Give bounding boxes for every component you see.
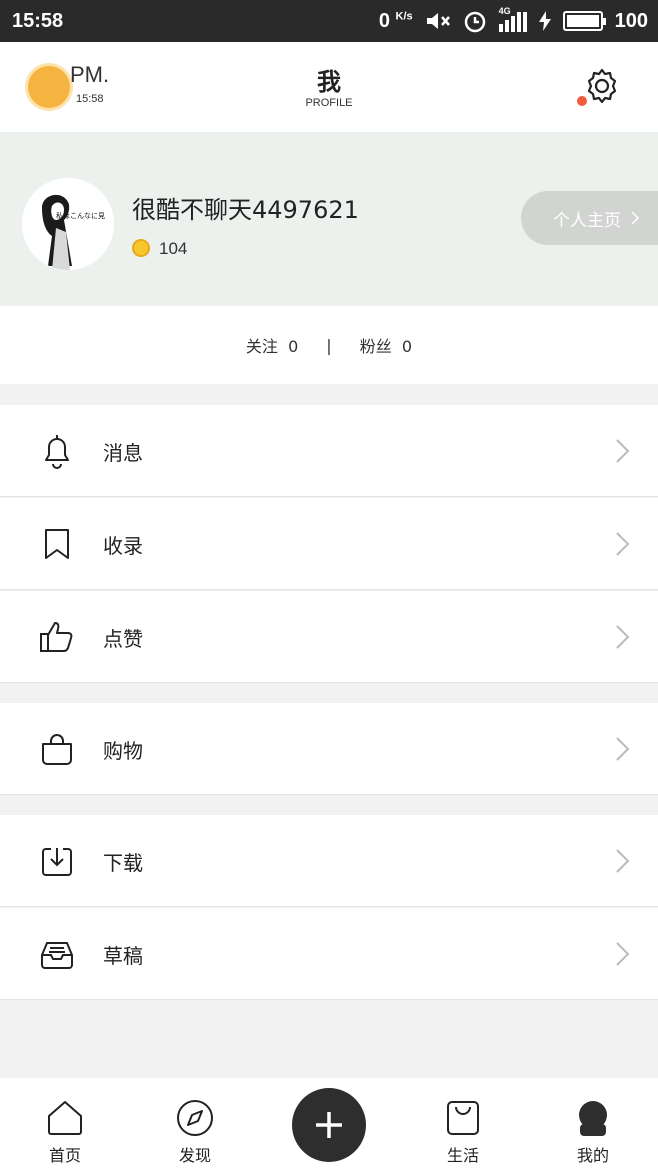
profile-card: 私はこんなに見 很酷不聊天4497621 104 个人主页 xyxy=(0,132,658,306)
nav-label: 首页 xyxy=(48,1146,81,1165)
notification-dot xyxy=(577,96,587,106)
battery-percent: 100 xyxy=(614,9,648,32)
menu-label: 购物 xyxy=(103,739,143,763)
menu-item-messages[interactable]: 消息 xyxy=(0,405,658,497)
battery-icon xyxy=(562,11,606,31)
status-indicators: 0 K/s 4G 100 xyxy=(378,6,648,33)
status-time: 15:58 xyxy=(12,9,64,32)
menu-label: 草稿 xyxy=(103,944,143,968)
menu-label: 点赞 xyxy=(103,627,143,651)
bag-icon xyxy=(447,1101,479,1135)
nav-home[interactable]: 首页 xyxy=(20,1078,110,1170)
page-title: 我 xyxy=(317,68,341,96)
menu-label: 收录 xyxy=(103,534,143,558)
menu-item-likes[interactable]: 点赞 xyxy=(0,591,658,683)
inbox-tray-icon xyxy=(41,942,73,969)
menu-label: 下载 xyxy=(103,851,143,875)
avatar[interactable]: 私はこんなに見 xyxy=(22,178,114,270)
chevron-right-icon xyxy=(616,942,630,966)
homepage-label: 个人主页 xyxy=(553,210,621,231)
bottom-nav: 首页 发现 生活 我的 xyxy=(0,1078,658,1170)
stat-separator: | xyxy=(326,335,332,355)
bookmark-icon xyxy=(45,529,69,559)
bell-icon xyxy=(45,435,69,469)
nav-me[interactable]: 我的 xyxy=(548,1078,638,1170)
homepage-button[interactable]: 个人主页 xyxy=(521,191,658,245)
chevron-right-icon xyxy=(616,532,630,556)
network-speed: 0 K/s xyxy=(378,9,413,32)
fans-stat[interactable]: 粉丝 0 xyxy=(360,333,412,357)
nav-life[interactable]: 生活 xyxy=(418,1078,508,1170)
following-stat[interactable]: 关注 0 xyxy=(246,333,298,357)
avatar-image: 私はこんなに見 xyxy=(22,178,114,270)
mute-icon xyxy=(426,13,450,29)
signal-icon: 4G xyxy=(498,6,527,32)
menu-label: 消息 xyxy=(103,441,143,465)
status-bar: 15:58 0 K/s 4G 100 xyxy=(0,0,658,42)
nav-label: 发现 xyxy=(178,1146,211,1165)
shopping-bag-icon xyxy=(42,734,72,765)
follow-stats: 关注 0 | 粉丝 0 xyxy=(0,306,658,384)
chevron-right-icon xyxy=(631,211,639,225)
nav-label: 生活 xyxy=(446,1146,479,1165)
nav-discover[interactable]: 发现 xyxy=(150,1078,240,1170)
menu-item-downloads[interactable]: 下载 xyxy=(0,815,658,907)
chevron-right-icon xyxy=(616,625,630,649)
charging-icon xyxy=(538,11,551,31)
download-icon xyxy=(42,848,72,876)
nav-label: 我的 xyxy=(576,1146,609,1165)
home-icon xyxy=(48,1101,82,1135)
plus-icon xyxy=(316,1112,342,1138)
avatar-caption: 私はこんなに見 xyxy=(56,211,105,220)
coin-count: 104 xyxy=(159,239,188,258)
user-icon xyxy=(579,1101,607,1136)
username: 很酷不聊天4497621 xyxy=(132,196,359,224)
create-post-button[interactable] xyxy=(292,1088,366,1162)
compass-icon xyxy=(177,1100,213,1136)
menu-item-drafts[interactable]: 草稿 xyxy=(0,908,658,1000)
page-subtitle: PROFILE xyxy=(305,97,353,109)
network-type: 4G xyxy=(498,6,511,16)
thumbs-up-icon xyxy=(40,622,73,652)
menu-item-collections[interactable]: 收录 xyxy=(0,498,658,590)
coin-icon xyxy=(132,239,150,257)
alarm-icon xyxy=(464,11,485,33)
menu-item-shopping[interactable]: 购物 xyxy=(0,703,658,795)
top-header: PM. 15:58 我 PROFILE xyxy=(0,42,658,132)
chevron-right-icon xyxy=(616,737,630,761)
chevron-right-icon xyxy=(616,849,630,873)
chevron-right-icon xyxy=(616,439,630,463)
